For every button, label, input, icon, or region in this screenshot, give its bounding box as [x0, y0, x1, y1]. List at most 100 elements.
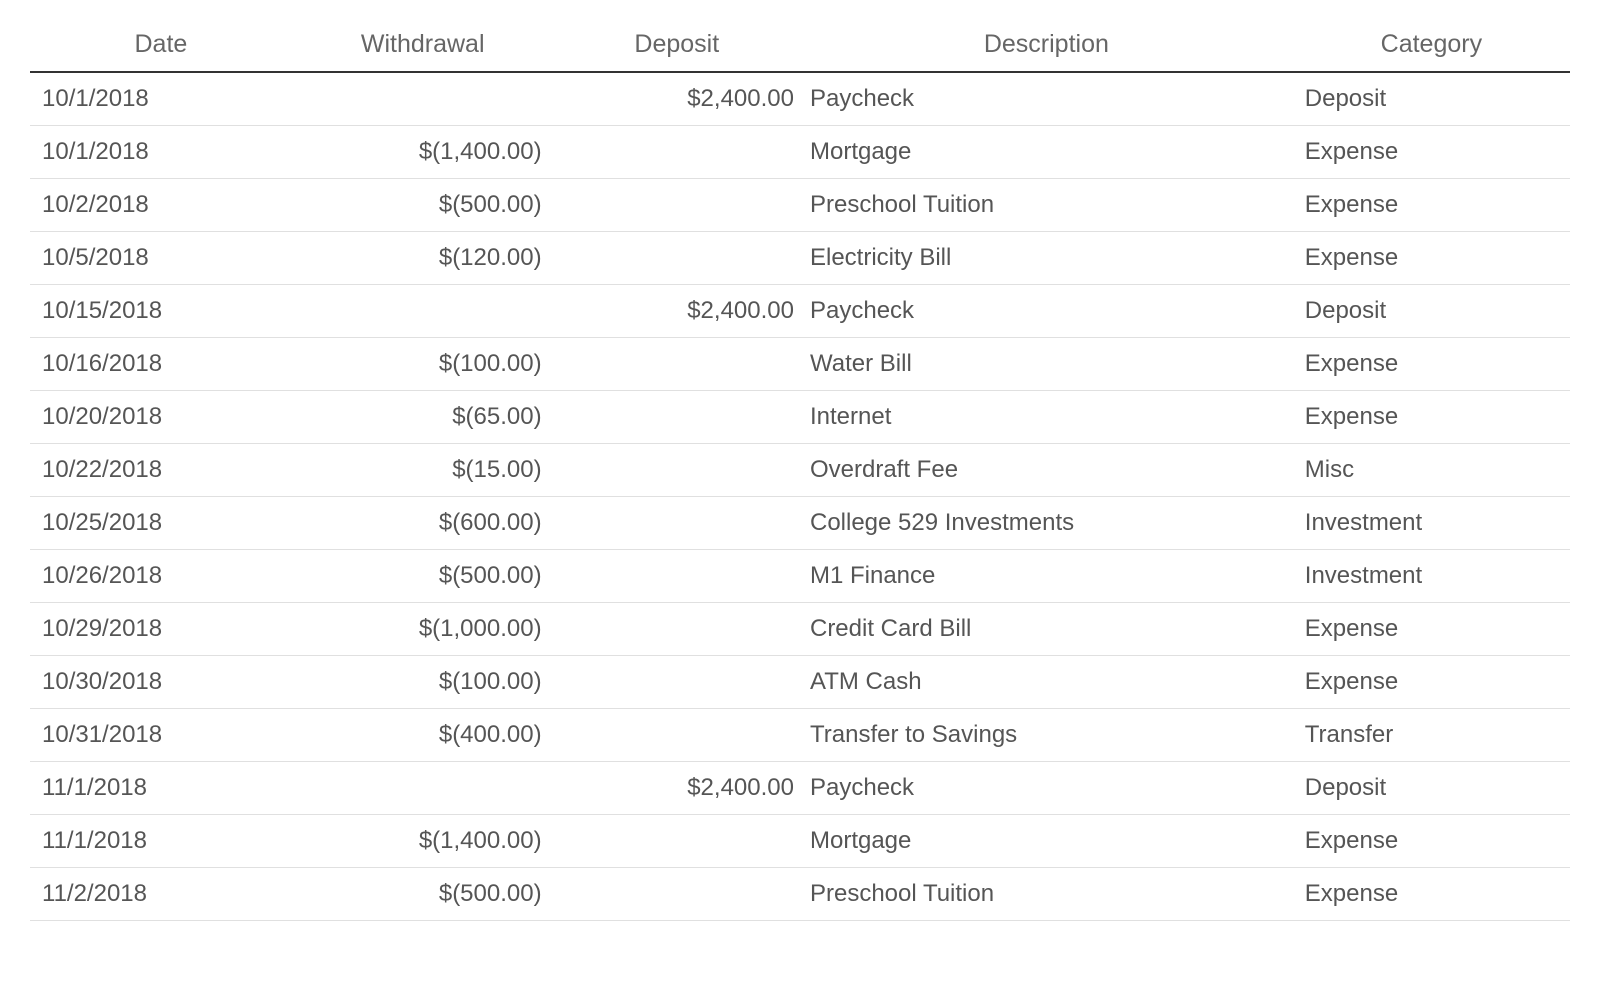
cell-description: Internet: [800, 391, 1293, 444]
cell-category: Expense: [1293, 126, 1570, 179]
table-row: 11/2/2018$(500.00)Preschool TuitionExpen…: [30, 868, 1570, 921]
cell-description: Mortgage: [800, 815, 1293, 868]
cell-deposit: [554, 550, 800, 603]
header-deposit: Deposit: [554, 20, 800, 72]
cell-date: 10/1/2018: [30, 72, 292, 126]
table-row: 10/16/2018$(100.00) Water BillExpense: [30, 338, 1570, 391]
cell-withdrawal: [292, 72, 554, 126]
table-row: 10/1/2018 $2,400.00PaycheckDeposit: [30, 72, 1570, 126]
cell-category: Deposit: [1293, 762, 1570, 815]
cell-category: Deposit: [1293, 72, 1570, 126]
cell-withdrawal: $(100.00): [292, 338, 554, 391]
cell-date: 10/29/2018: [30, 603, 292, 656]
cell-deposit: [554, 868, 800, 921]
cell-category: Investment: [1293, 550, 1570, 603]
cell-date: 10/15/2018: [30, 285, 292, 338]
table-row: 10/1/2018$(1,400.00) MortgageExpense: [30, 126, 1570, 179]
table-row: 11/1/2018$(1,400.00)MortgageExpense: [30, 815, 1570, 868]
table-row: 10/20/2018$(65.00) InternetExpense: [30, 391, 1570, 444]
cell-description: Transfer to Savings: [800, 709, 1293, 762]
cell-category: Misc: [1293, 444, 1570, 497]
cell-date: 10/30/2018: [30, 656, 292, 709]
cell-deposit: [554, 232, 800, 285]
cell-description: Preschool Tuition: [800, 868, 1293, 921]
cell-withdrawal: $(65.00): [292, 391, 554, 444]
cell-withdrawal: $(500.00): [292, 179, 554, 232]
cell-category: Transfer: [1293, 709, 1570, 762]
cell-date: 10/31/2018: [30, 709, 292, 762]
cell-category: Expense: [1293, 868, 1570, 921]
cell-date: 11/1/2018: [30, 762, 292, 815]
table-row: 10/26/2018$(500.00) M1 FinanceInvestment: [30, 550, 1570, 603]
cell-date: 10/5/2018: [30, 232, 292, 285]
cell-description: College 529 Investments: [800, 497, 1293, 550]
cell-category: Expense: [1293, 656, 1570, 709]
cell-description: Paycheck: [800, 762, 1293, 815]
cell-deposit: [554, 815, 800, 868]
cell-withdrawal: $(600.00): [292, 497, 554, 550]
cell-description: M1 Finance: [800, 550, 1293, 603]
cell-withdrawal: $(120.00): [292, 232, 554, 285]
cell-description: ATM Cash: [800, 656, 1293, 709]
cell-withdrawal: $(1,400.00): [292, 815, 554, 868]
cell-deposit: $2,400.00: [554, 762, 800, 815]
cell-category: Expense: [1293, 815, 1570, 868]
cell-withdrawal: $(100.00): [292, 656, 554, 709]
cell-deposit: [554, 603, 800, 656]
cell-date: 11/2/2018: [30, 868, 292, 921]
cell-deposit: [554, 656, 800, 709]
table-row: 10/30/2018$(100.00) ATM CashExpense: [30, 656, 1570, 709]
table-row: 10/29/2018$(1,000.00) Credit Card BillExp…: [30, 603, 1570, 656]
cell-date: 10/1/2018: [30, 126, 292, 179]
cell-withdrawal: $(1,000.00): [292, 603, 554, 656]
cell-date: 10/20/2018: [30, 391, 292, 444]
cell-deposit: [554, 126, 800, 179]
table-header-row: Date Withdrawal Deposit Description Cate…: [30, 20, 1570, 72]
cell-description: Preschool Tuition: [800, 179, 1293, 232]
cell-category: Expense: [1293, 603, 1570, 656]
cell-withdrawal: [292, 762, 554, 815]
cell-date: 10/26/2018: [30, 550, 292, 603]
cell-deposit: [554, 709, 800, 762]
cell-description: Overdraft Fee: [800, 444, 1293, 497]
table-row: 10/2/2018$(500.00) Preschool TuitionExpen…: [30, 179, 1570, 232]
cell-deposit: [554, 497, 800, 550]
cell-description: Credit Card Bill: [800, 603, 1293, 656]
table-row: 11/1/2018 $2,400.00PaycheckDeposit: [30, 762, 1570, 815]
cell-date: 10/16/2018: [30, 338, 292, 391]
cell-deposit: [554, 179, 800, 232]
table-row: 10/22/2018$(15.00) Overdraft FeeMisc: [30, 444, 1570, 497]
cell-category: Expense: [1293, 338, 1570, 391]
header-withdrawal: Withdrawal: [292, 20, 554, 72]
cell-withdrawal: [292, 285, 554, 338]
cell-withdrawal: $(1,400.00): [292, 126, 554, 179]
transactions-table: Date Withdrawal Deposit Description Cate…: [30, 20, 1570, 921]
header-category: Category: [1293, 20, 1570, 72]
cell-category: Expense: [1293, 232, 1570, 285]
cell-description: Mortgage: [800, 126, 1293, 179]
table-body: 10/1/2018$2,400.00PaycheckDeposit10/1/20…: [30, 72, 1570, 921]
cell-withdrawal: $(400.00): [292, 709, 554, 762]
cell-description: Paycheck: [800, 285, 1293, 338]
cell-category: Investment: [1293, 497, 1570, 550]
cell-category: Expense: [1293, 179, 1570, 232]
cell-withdrawal: $(15.00): [292, 444, 554, 497]
header-description: Description: [800, 20, 1293, 72]
cell-deposit: $2,400.00: [554, 285, 800, 338]
table-row: 10/25/2018$(600.00) College 529 Investmen…: [30, 497, 1570, 550]
cell-withdrawal: $(500.00): [292, 550, 554, 603]
cell-category: Expense: [1293, 391, 1570, 444]
cell-deposit: [554, 338, 800, 391]
cell-deposit: [554, 444, 800, 497]
table-row: 10/15/2018 $2,400.00PaycheckDeposit: [30, 285, 1570, 338]
cell-date: 10/2/2018: [30, 179, 292, 232]
cell-description: Paycheck: [800, 72, 1293, 126]
cell-description: Water Bill: [800, 338, 1293, 391]
cell-date: 10/25/2018: [30, 497, 292, 550]
table-row: 10/31/2018$(400.00) Transfer to SavingsTr…: [30, 709, 1570, 762]
header-date: Date: [30, 20, 292, 72]
cell-category: Deposit: [1293, 285, 1570, 338]
cell-deposit: $2,400.00: [554, 72, 800, 126]
cell-description: Electricity Bill: [800, 232, 1293, 285]
cell-date: 10/22/2018: [30, 444, 292, 497]
